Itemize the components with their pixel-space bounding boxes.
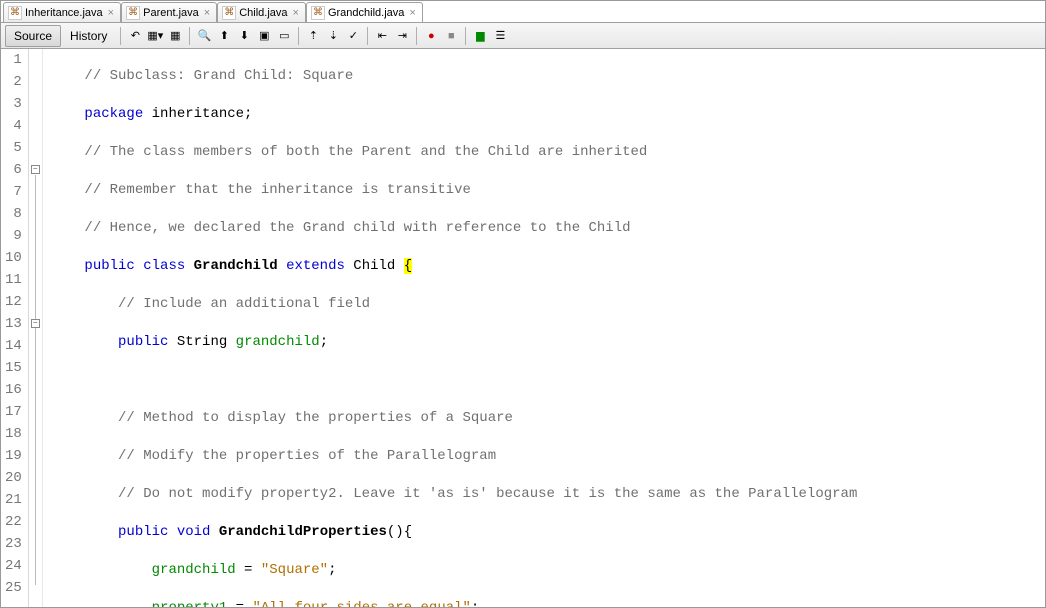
tab-label: Parent.java <box>143 7 199 19</box>
code-text: // Remember that the inheritance is tran… <box>84 182 470 198</box>
comment-icon[interactable]: ▆ <box>472 28 488 44</box>
code-text: inheritance; <box>143 106 252 122</box>
java-icon: ⌘ <box>311 6 325 20</box>
line-gutter: 1234567891011121314151617181920212223242… <box>1 49 29 607</box>
shift-left-icon[interactable]: ⇤ <box>374 28 390 44</box>
close-icon[interactable]: × <box>204 7 210 19</box>
code-text: public <box>118 334 168 350</box>
code-text: "All four sides are equal" <box>252 600 470 607</box>
toggle-bookmark-icon[interactable]: ✓ <box>345 28 361 44</box>
find-prev-icon[interactable]: ⬆ <box>216 28 232 44</box>
code-text: = <box>236 562 261 578</box>
code-text: // Modify the properties of the Parallel… <box>118 448 496 464</box>
code-text: // Subclass: Grand Child: Square <box>84 68 353 84</box>
last-edit-icon[interactable]: ↶ <box>127 28 143 44</box>
find-next-icon[interactable]: ⬇ <box>236 28 252 44</box>
tab-parent[interactable]: ⌘Parent.java × <box>121 2 217 22</box>
separator <box>465 27 466 45</box>
tab-label: Grandchild.java <box>328 7 404 19</box>
separator <box>416 27 417 45</box>
tab-inheritance[interactable]: ⌘Inheritance.java × <box>3 2 121 22</box>
forward-icon[interactable]: ▦▾ <box>147 28 163 44</box>
java-icon: ⌘ <box>222 6 236 20</box>
prev-bookmark-icon[interactable]: ⇡ <box>305 28 321 44</box>
separator <box>298 27 299 45</box>
code-text: Grandchild <box>194 258 278 274</box>
code-text: ; <box>328 562 336 578</box>
code-text: grandchild <box>236 334 320 350</box>
code-text: (){ <box>387 524 412 540</box>
uncomment-icon[interactable]: ☰ <box>492 28 508 44</box>
code-text: void <box>168 524 218 540</box>
shift-right-icon[interactable]: ⇥ <box>394 28 410 44</box>
code-text: // The class members of both the Parent … <box>84 144 647 160</box>
toolbar: Source History ↶ ▦▾ ▦ 🔍 ⬆ ⬇ ▣ ▭ ⇡ ⇣ ✓ ⇤ … <box>1 23 1045 49</box>
next-bookmark-icon[interactable]: ⇣ <box>325 28 341 44</box>
toggle-hl-icon[interactable]: ▣ <box>256 28 272 44</box>
find-sel-icon[interactable]: 🔍 <box>196 28 212 44</box>
code-text: ; <box>471 600 479 607</box>
macro-rec-icon[interactable]: ● <box>423 28 439 44</box>
close-icon[interactable]: × <box>409 7 415 19</box>
code-text: ; <box>320 334 328 350</box>
code-text: property1 <box>152 600 228 607</box>
tab-grandchild[interactable]: ⌘Grandchild.java × <box>306 2 423 22</box>
code-text: package <box>84 106 143 122</box>
code-text: // Hence, we declared the Grand child wi… <box>84 220 630 236</box>
separator <box>367 27 368 45</box>
code-text: = <box>227 600 252 607</box>
separator <box>189 27 190 45</box>
code-text: // Include an additional field <box>118 296 370 312</box>
editor: 1234567891011121314151617181920212223242… <box>1 49 1045 607</box>
code-text: "Square" <box>261 562 328 578</box>
fold-toggle[interactable]: − <box>31 319 40 328</box>
code-text: extends <box>278 258 345 274</box>
java-icon: ⌘ <box>126 6 140 20</box>
code-text: public <box>84 258 134 274</box>
macro-stop-icon[interactable]: ■ <box>443 28 459 44</box>
code-text: grandchild <box>152 562 236 578</box>
code-text: class <box>135 258 194 274</box>
code-text: public <box>118 524 168 540</box>
close-icon[interactable]: × <box>108 7 114 19</box>
diff-icon[interactable]: ▦ <box>167 28 183 44</box>
code-area[interactable]: // Subclass: Grand Child: Square package… <box>43 49 1045 607</box>
java-icon: ⌘ <box>8 6 22 20</box>
separator <box>120 27 121 45</box>
code-text: // Method to display the properties of a… <box>118 410 513 426</box>
source-button[interactable]: Source <box>5 25 61 47</box>
code-text: // Do not modify property2. Leave it 'as… <box>118 486 857 502</box>
tab-label: Inheritance.java <box>25 7 103 19</box>
fold-gutter: − − <box>29 49 43 607</box>
code-text: Child <box>345 258 404 274</box>
fold-line <box>35 175 36 585</box>
tab-label: Child.java <box>239 7 287 19</box>
code-text: GrandchildProperties <box>219 524 387 540</box>
history-button[interactable]: History <box>61 25 116 47</box>
tab-bar: ⌘Inheritance.java× ⌘Parent.java× ⌘Child.… <box>1 1 1045 23</box>
code-text: String <box>168 334 235 350</box>
fold-toggle[interactable]: − <box>31 165 40 174</box>
close-icon[interactable]: × <box>293 7 299 19</box>
code-text: { <box>404 258 412 274</box>
toggle-rect-icon[interactable]: ▭ <box>276 28 292 44</box>
tab-child[interactable]: ⌘Child.java × <box>217 2 306 22</box>
